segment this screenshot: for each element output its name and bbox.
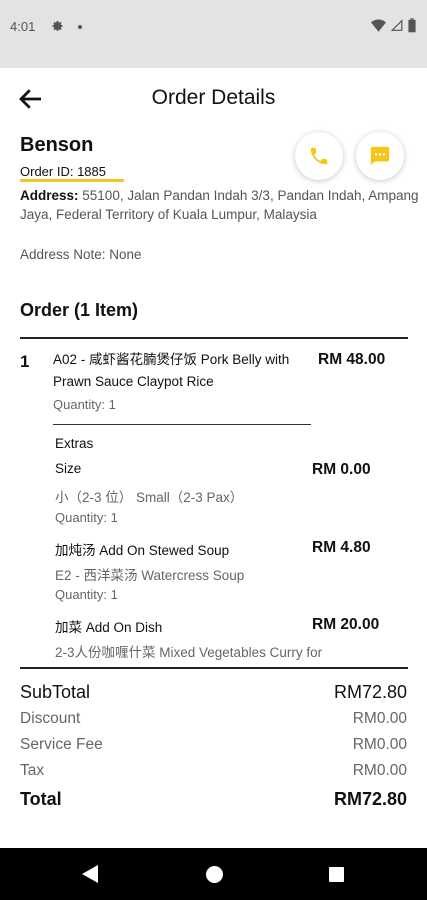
nav-recent-icon[interactable] bbox=[329, 867, 344, 882]
divider bbox=[20, 337, 408, 339]
dot-icon bbox=[78, 25, 82, 29]
extra-name: 加菜 Add On Dish bbox=[55, 620, 163, 635]
extra-price: RM 0.00 bbox=[312, 461, 371, 478]
gear-icon bbox=[52, 21, 63, 32]
address-label: Address: bbox=[20, 188, 79, 203]
signal-icon bbox=[391, 19, 403, 31]
chat-icon bbox=[370, 146, 390, 166]
status-time: 4:01 bbox=[10, 19, 36, 34]
order-id-underline bbox=[20, 179, 124, 182]
divider bbox=[20, 667, 408, 669]
nav-back-icon[interactable] bbox=[82, 865, 98, 883]
extra-price: RM 4.80 bbox=[312, 539, 371, 556]
tax-value: RM0.00 bbox=[352, 762, 407, 779]
service-fee-label: Service Fee bbox=[20, 736, 103, 753]
address-note: Address Note: None bbox=[20, 247, 142, 262]
address-text: 55100, Jalan Pandan Indah 3/3, Pandan In… bbox=[20, 188, 419, 222]
item-price: RM 48.00 bbox=[318, 351, 386, 368]
extra-quantity: Quantity: 1 bbox=[55, 587, 118, 602]
discount-value: RM0.00 bbox=[352, 710, 407, 727]
tax-label: Tax bbox=[20, 762, 45, 779]
subtotal-value: RM72.80 bbox=[333, 682, 407, 702]
extras-title: Extras bbox=[55, 436, 94, 451]
extra-name: 加炖汤 Add On Stewed Soup bbox=[55, 543, 230, 558]
wifi-icon bbox=[371, 19, 386, 32]
order-id: Order ID: 1885 bbox=[20, 164, 106, 179]
customer-name: Benson bbox=[20, 134, 94, 156]
item-count: 1 bbox=[20, 352, 30, 371]
extra-option: 2-3人份咖喱什菜 Mixed Vegetables Curry for bbox=[55, 645, 323, 660]
battery-icon bbox=[408, 18, 416, 33]
extra-price: RM 20.00 bbox=[312, 616, 380, 633]
call-button[interactable] bbox=[295, 132, 343, 180]
extra-name: Size bbox=[55, 461, 82, 476]
status-bar: 4:01 bbox=[0, 0, 427, 68]
address: Address: 55100, Jalan Pandan Indah 3/3, … bbox=[20, 186, 420, 224]
order-heading: Order (1 Item) bbox=[20, 300, 139, 320]
extra-quantity: Quantity: 1 bbox=[55, 510, 118, 525]
item-quantity: Quantity: 1 bbox=[53, 397, 116, 412]
extra-option: E2 - 西洋菜汤 Watercress Soup bbox=[55, 568, 245, 583]
phone-icon bbox=[310, 147, 328, 165]
page-title: Order Details bbox=[151, 86, 276, 109]
subtotal-label: SubTotal bbox=[20, 682, 91, 702]
service-fee-value: RM0.00 bbox=[352, 736, 407, 753]
discount-label: Discount bbox=[20, 710, 81, 727]
extra-option: 小（2-3 位） Small（2-3 Pax） bbox=[55, 490, 244, 505]
total-value: RM72.80 bbox=[333, 789, 407, 809]
total-label: Total bbox=[20, 789, 62, 809]
item-name: A02 - 咸虾酱花腩煲仔饭 Pork Belly with Prawn Sau… bbox=[53, 352, 290, 389]
divider bbox=[53, 424, 311, 425]
chat-button[interactable] bbox=[356, 132, 404, 180]
nav-home-icon[interactable] bbox=[206, 866, 223, 883]
